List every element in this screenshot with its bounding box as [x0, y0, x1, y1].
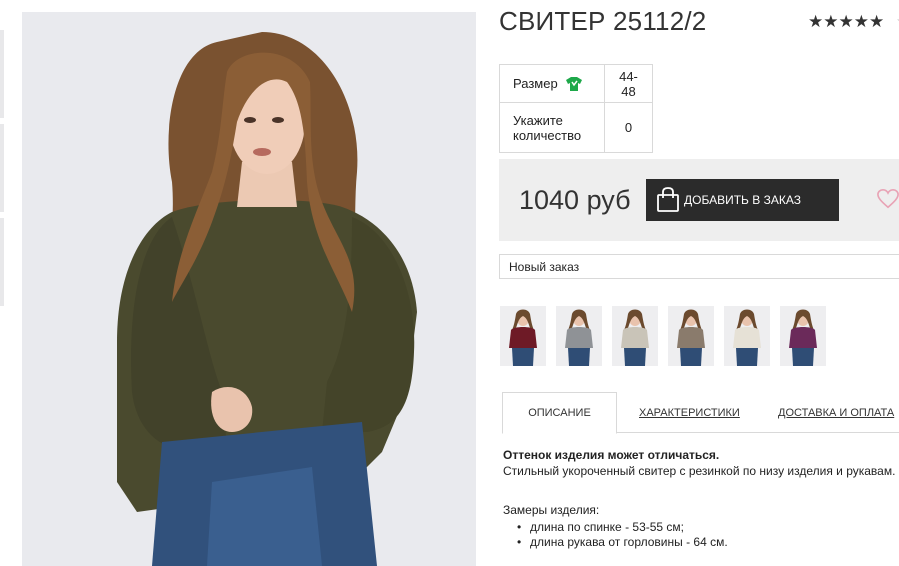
add-to-order-label: ДОБАВИТЬ В ЗАКАЗ	[684, 193, 801, 207]
variant-thumbnail-burgundy[interactable]	[500, 306, 546, 366]
order-select[interactable]: Новый заказ	[499, 254, 899, 279]
product-main-photo[interactable]	[22, 12, 476, 566]
shopping-bag-icon	[657, 187, 679, 212]
product-title: СВИТЕР 25112/2	[499, 6, 707, 36]
rating-stars-filled: ★★★★★	[808, 12, 885, 31]
model-illustration	[22, 12, 476, 566]
size-value[interactable]: 44-48	[604, 64, 653, 103]
variant-thumbnail-cream[interactable]	[724, 306, 770, 366]
quantity-input[interactable]: 0	[604, 102, 653, 153]
measure-item: длина по спинке - 53-55 см;	[517, 520, 899, 535]
buy-box: 1040 руб ДОБАВИТЬ В ЗАКАЗ	[499, 159, 899, 241]
size-chart-tshirt-icon[interactable]	[565, 76, 582, 91]
description-panel: Оттенок изделия может отличаться. Стильн…	[503, 447, 899, 550]
gallery-thumbnail[interactable]	[0, 30, 4, 118]
tab-delivery-payment[interactable]: ДОСТАВКА И ОПЛАТА	[778, 392, 894, 433]
size-label: Размер	[513, 76, 558, 91]
color-variant-thumbnails	[500, 306, 826, 366]
variant-thumbnail-mocha[interactable]	[668, 306, 714, 366]
variant-thumbnail-grey[interactable]	[556, 306, 602, 366]
variant-thumbnail-beige-light[interactable]	[612, 306, 658, 366]
size-label-cell: Размер	[499, 64, 605, 103]
rating-stars[interactable]: ★★★★★ ☆	[808, 12, 899, 32]
product-info-tabs: ОПИСАНИЕ ХАРАКТЕРИСТИКИ ДОСТАВКА И ОПЛАТ…	[502, 392, 899, 434]
tab-description[interactable]: ОПИСАНИЕ	[502, 392, 617, 434]
measures-list: длина по спинке - 53-55 см; длина рукава…	[503, 520, 899, 550]
gallery-thumbnail-strip	[0, 30, 4, 312]
color-note: Оттенок изделия может отличаться.	[503, 448, 720, 462]
add-to-order-button[interactable]: ДОБАВИТЬ В ЗАКАЗ	[646, 179, 839, 221]
wishlist-heart-icon[interactable]	[877, 188, 899, 210]
quantity-label: Укажите количество	[499, 102, 605, 153]
variant-thumbnail-plum[interactable]	[780, 306, 826, 366]
measure-item: длина рукава от горловины - 64 см.	[517, 535, 899, 550]
gallery-thumbnail[interactable]	[0, 124, 4, 212]
measures-title: Замеры изделия:	[503, 503, 600, 517]
tab-characteristics[interactable]: ХАРАКТЕРИСТИКИ	[639, 392, 740, 433]
gallery-thumbnail[interactable]	[0, 218, 4, 306]
product-price: 1040 руб	[519, 185, 631, 215]
description-text: Стильный укороченный свитер с резинкой п…	[503, 464, 896, 478]
product-options-table: Размер 44-48 Укажите количество 0	[499, 64, 653, 153]
